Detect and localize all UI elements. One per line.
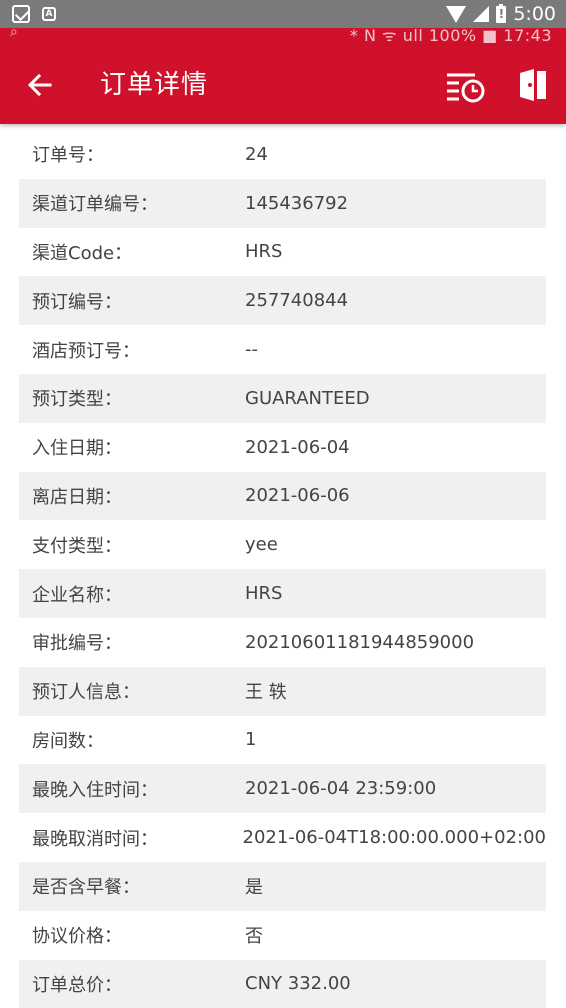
detail-label: 预订类型：: [32, 389, 122, 411]
detail-value: HRS: [245, 241, 283, 263]
detail-value: CNY 332.00: [245, 973, 351, 995]
detail-row-checkin-date: 入住日期： 2021-06-04: [19, 423, 546, 472]
history-svg: [447, 73, 485, 103]
detail-row-room-count: 房间数： 1: [19, 716, 546, 765]
door-svg: [520, 69, 546, 101]
detail-label: 酒店预订号：: [32, 340, 140, 362]
mail-icon: [12, 5, 30, 23]
app-bar: 订单详情: [0, 46, 566, 124]
detail-value: 2021-06-06: [245, 485, 350, 507]
detail-row-total-price: 订单总价： CNY 332.00: [19, 959, 546, 1008]
detail-value: 24: [245, 143, 268, 165]
detail-row-latest-cancel: 最晚取消时间： 2021-06-04T18:00:00.000+02:00: [19, 813, 546, 862]
history-list-icon[interactable]: [445, 68, 487, 104]
detail-row-company-name: 企业名称： HRS: [19, 569, 546, 618]
detail-row-hotel-booking-no: 酒店预订号： --: [19, 325, 546, 374]
back-arrow-icon[interactable]: [22, 67, 58, 103]
detail-row-booking-type: 预订类型： GUARANTEED: [19, 373, 546, 423]
back-arrow-svg: [27, 73, 52, 97]
detail-value: 2021-06-04 23:59:00: [245, 778, 437, 800]
inner-status-text: * N ᯤ ull 100% ■ 17:43: [349, 28, 552, 45]
status-time: 5:00: [513, 3, 556, 25]
detail-row-order-no: 订单号： 24: [19, 130, 546, 179]
door-exit-icon[interactable]: [514, 67, 550, 103]
detail-value: GUARANTEED: [245, 387, 370, 409]
detail-value: 王 轶: [245, 682, 287, 704]
detail-value: 1: [245, 729, 257, 751]
detail-label: 房间数：: [32, 730, 104, 752]
order-detail-list: 订单号： 24 渠道订单编号： 145436792 渠道Code： HRS 预订…: [19, 130, 546, 1008]
inner-status-bar: ⌕ * N ᯤ ull 100% ■ 17:43: [0, 28, 566, 46]
detail-row-booking-no: 预订编号： 257740844: [19, 276, 546, 326]
detail-value: 145436792: [245, 192, 349, 214]
search-icon: ⌕: [10, 28, 18, 40]
detail-label: 支付类型：: [32, 535, 122, 557]
detail-value: --: [245, 339, 258, 361]
detail-label: 离店日期：: [32, 486, 122, 508]
battery-alert-icon: [496, 3, 507, 23]
detail-value: 2021-06-04T18:00:00.000+02:00: [242, 827, 546, 849]
wifi-icon: [446, 5, 467, 23]
detail-label: 预订编号：: [32, 291, 122, 313]
detail-label: 最晚入住时间：: [32, 779, 158, 801]
detail-label: 最晚取消时间：: [32, 828, 158, 850]
a-icon: A: [42, 7, 56, 21]
detail-row-payment-type: 支付类型： yee: [19, 520, 546, 569]
detail-row-agreement-price: 协议价格： 否: [19, 911, 546, 960]
detail-row-checkout-date: 离店日期： 2021-06-06: [19, 471, 546, 521]
detail-row-latest-checkin: 最晚入住时间： 2021-06-04 23:59:00: [19, 764, 546, 814]
detail-label: 渠道订单编号：: [32, 194, 158, 216]
detail-label: 是否含早餐：: [32, 877, 140, 899]
system-status-bar: A 5:00: [0, 0, 566, 28]
detail-value: 2021-06-04: [245, 436, 350, 458]
detail-row-approval-no: 审批编号： 20210601181944859000: [19, 618, 546, 667]
detail-row-booker-info: 预订人信息： 王 轶: [19, 666, 546, 716]
detail-label: 企业名称：: [32, 584, 122, 606]
detail-label: 审批编号：: [32, 633, 122, 655]
page-title: 订单详情: [100, 70, 209, 100]
detail-row-channel-order-no: 渠道订单编号： 145436792: [19, 178, 546, 228]
detail-row-channel-code: 渠道Code： HRS: [19, 228, 546, 277]
detail-row-breakfast: 是否含早餐： 是: [19, 861, 546, 911]
detail-label: 入住日期：: [32, 438, 122, 460]
detail-label: 订单号：: [32, 145, 104, 167]
status-right: 5:00: [446, 3, 556, 25]
detail-value: 否: [245, 926, 263, 948]
detail-value: yee: [245, 534, 278, 556]
detail-value: 257740844: [245, 290, 349, 312]
detail-label: 协议价格：: [32, 926, 122, 948]
detail-value: HRS: [245, 583, 283, 605]
detail-label: 渠道Code：: [32, 242, 133, 264]
detail-value: 是: [245, 877, 263, 899]
detail-label: 订单总价：: [32, 974, 122, 996]
detail-value: 20210601181944859000: [245, 631, 475, 653]
detail-label: 预订人信息：: [32, 682, 140, 704]
signal-icon: [473, 6, 490, 22]
